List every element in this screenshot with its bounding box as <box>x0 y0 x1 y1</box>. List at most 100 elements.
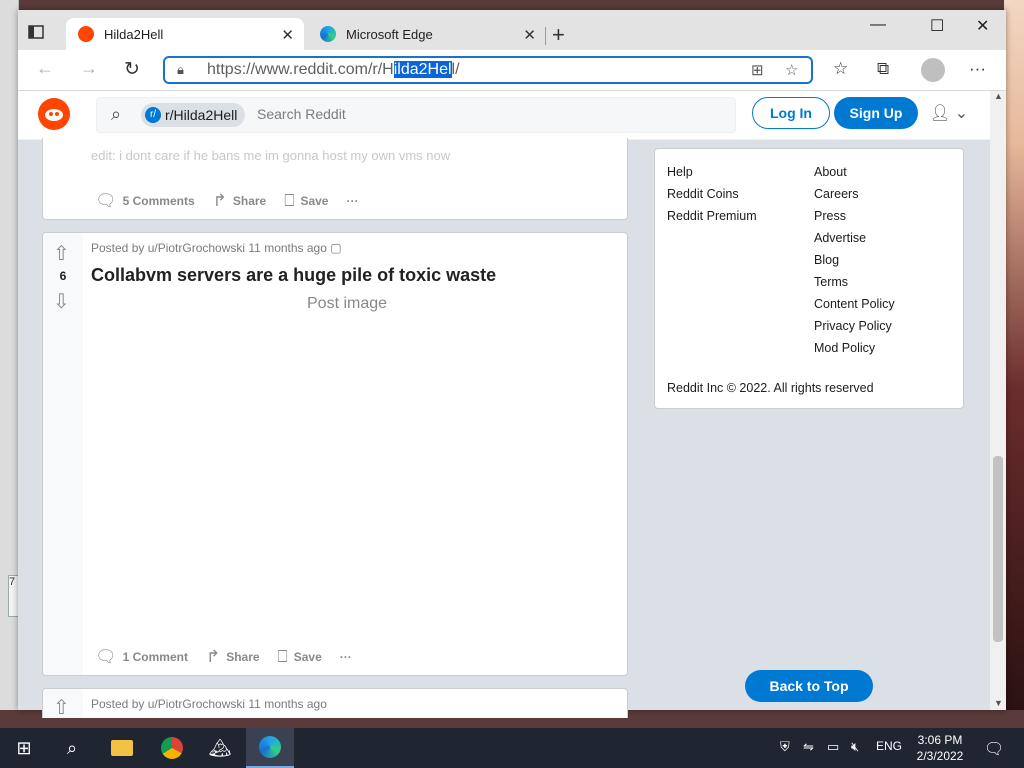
tab-separator <box>545 27 546 45</box>
app-available-icon[interactable]: ⊞ <box>751 61 764 79</box>
search-icon[interactable]: ⌕ <box>48 728 96 768</box>
post-card[interactable]: edit: i dont care if he bans me im gonna… <box>42 138 628 220</box>
sign-up-button[interactable]: Sign Up <box>834 97 918 129</box>
settings-more-icon[interactable]: ··· <box>969 59 986 79</box>
maximize-icon[interactable]: ☐ <box>930 16 944 36</box>
scroll-down-icon[interactable]: ▼ <box>994 698 1003 708</box>
footer-link-blog[interactable]: Blog <box>814 251 895 273</box>
windows-security-icon[interactable]: ⛨ <box>780 739 790 755</box>
tab-close-icon[interactable]: ✕ <box>281 26 294 44</box>
more-options-icon[interactable]: ··· <box>346 191 358 211</box>
new-tab-icon[interactable]: + <box>552 22 565 48</box>
share-button[interactable]: ↱ Share <box>213 191 267 211</box>
footer-link-privacy-policy[interactable]: Privacy Policy <box>814 317 895 339</box>
reddit-header: ⌕ r/r/Hilda2Hell Search Reddit Log In Si… <box>18 91 990 140</box>
footer-links-card: Help Reddit Coins Reddit Premium About C… <box>654 148 964 409</box>
subreddit-chip[interactable]: r/r/Hilda2Hell <box>141 103 246 127</box>
post-meta: Posted by u/PiotrGrochowski 11 months ag… <box>91 697 327 711</box>
tab-close-icon[interactable]: ✕ <box>523 26 536 44</box>
browser-window: Hilda2Hell ✕ Microsoft Edge ✕ + — ☐ ✕ ← … <box>18 10 1006 718</box>
tab-hilda2hell[interactable]: Hilda2Hell ✕ <box>66 18 304 50</box>
footer-link-about[interactable]: About <box>814 163 895 185</box>
post-meta: Posted by u/PiotrGrochowski 11 months ag… <box>91 241 342 255</box>
post-text-snippet: edit: i dont care if he bans me im gonna… <box>91 148 451 163</box>
profile-avatar[interactable] <box>921 58 945 82</box>
footer-link-careers[interactable]: Careers <box>814 185 895 207</box>
log-in-button[interactable]: Log In <box>752 97 830 129</box>
start-windows-icon[interactable]: ⊞ <box>0 728 48 768</box>
save-button[interactable]: ⎕ Save <box>278 647 322 667</box>
back-to-top-button[interactable]: Back to Top <box>745 670 873 702</box>
reload-icon[interactable]: ↻ <box>124 58 140 81</box>
comments-button[interactable]: 🗨︎ 5 Comments <box>95 191 195 211</box>
bookmark-icon: ⎕ <box>284 191 295 210</box>
bookmark-icon: ⎕ <box>277 647 288 666</box>
scroll-up-icon[interactable]: ▲ <box>994 91 1003 101</box>
footer-link-reddit-coins[interactable]: Reddit Coins <box>667 185 757 207</box>
reddit-search-box[interactable]: ⌕ r/r/Hilda2Hell Search Reddit <box>96 97 736 133</box>
post-title[interactable]: Collabvm servers are a huge pile of toxi… <box>91 265 496 286</box>
scrollbar-thumb[interactable] <box>993 456 1003 642</box>
close-window-icon[interactable]: ✕ <box>976 16 989 36</box>
broken-image-icon: ▢ <box>330 241 342 255</box>
collections-icon[interactable]: ⧉ <box>877 59 889 79</box>
url-text[interactable]: https://www.reddit.com/r/Hilda2Hell/ <box>207 61 460 79</box>
display-icon[interactable]: ▭ <box>827 739 839 755</box>
tab-label: Hilda2Hell <box>104 26 164 42</box>
user-menu-icon[interactable]: 👤︎ ⌄ <box>930 103 968 123</box>
comments-button[interactable]: 🗨︎ 1 Comment <box>95 647 188 667</box>
file-explorer-icon[interactable] <box>98 728 146 768</box>
edge-taskbar-icon[interactable] <box>246 728 294 768</box>
tab-actions-icon[interactable] <box>28 24 46 40</box>
comment-icon: 🗨︎ <box>95 191 117 210</box>
upvote-icon[interactable]: ⇧ <box>53 695 70 718</box>
footer-link-advertise[interactable]: Advertise <box>814 229 895 251</box>
share-button[interactable]: ↱ Share <box>206 647 260 667</box>
vertical-scrollbar[interactable]: ▲ ▼ <box>990 91 1006 710</box>
downvote-icon[interactable]: ⇩ <box>53 289 70 314</box>
reddit-logo[interactable] <box>38 98 70 130</box>
post-image-placeholder[interactable]: Post image <box>307 295 387 313</box>
notifications-icon[interactable]: 🗨︎ <box>984 739 1004 759</box>
tab-microsoft-edge[interactable]: Microsoft Edge ✕ <box>308 18 546 50</box>
edge-favicon-icon <box>320 26 336 42</box>
system-clock[interactable]: 3:06 PM 2/3/2022 <box>900 732 980 764</box>
footer-link-help[interactable]: Help <box>667 163 757 185</box>
back-arrow-icon[interactable]: ← <box>36 58 54 79</box>
search-placeholder[interactable]: Search Reddit <box>257 106 346 122</box>
favorites-icon[interactable]: ☆ <box>833 59 848 79</box>
post-actions: 🗨︎ 5 Comments ↱ Share ⎕ Save ··· <box>95 191 358 211</box>
footer-link-mod-policy[interactable]: Mod Policy <box>814 339 895 361</box>
post-card[interactable]: ⇧ Posted by u/PiotrGrochowski 11 months … <box>42 688 628 718</box>
post-actions: 🗨︎ 1 Comment ↱ Share ⎕ Save ··· <box>95 647 352 667</box>
copyright-text: Reddit Inc © 2022. All rights reserved <box>667 381 874 395</box>
network-icon[interactable]: ⇋ <box>803 739 814 755</box>
footer-links-left: Help Reddit Coins Reddit Premium <box>667 163 757 229</box>
tab-bar: Hilda2Hell ✕ Microsoft Edge ✕ + — ☐ ✕ <box>18 10 1006 50</box>
footer-link-press[interactable]: Press <box>814 207 895 229</box>
footer-link-terms[interactable]: Terms <box>814 273 895 295</box>
tab-label: Microsoft Edge <box>346 26 433 42</box>
footer-link-content-policy[interactable]: Content Policy <box>814 295 895 317</box>
post-card[interactable]: ⇧ 6 ⇩ Posted by u/PiotrGrochowski 11 mon… <box>42 232 628 676</box>
save-button[interactable]: ⎕ Save <box>284 191 328 211</box>
footer-link-reddit-premium[interactable]: Reddit Premium <box>667 207 757 229</box>
more-options-icon[interactable]: ··· <box>340 647 352 667</box>
forward-arrow-icon[interactable]: → <box>80 58 98 79</box>
share-icon: ↱ <box>205 647 221 666</box>
address-bar[interactable]: 🔒︎ https://www.reddit.com/r/Hilda2Hell/ … <box>163 56 813 84</box>
comment-icon: 🗨︎ <box>95 647 117 666</box>
language-indicator[interactable]: ENG <box>876 739 902 753</box>
chrome-icon[interactable] <box>148 728 196 768</box>
windows-taskbar: ⊞ ⌕ 🏔︎ ⛨ ⇋ ▭ 🔇︎ ENG 3:06 PM 2/3/2022 🗨︎ <box>0 728 1024 768</box>
upvote-icon[interactable]: ⇧ <box>53 241 70 266</box>
photos-icon[interactable]: 🏔︎ <box>196 728 244 768</box>
minimize-icon[interactable]: — <box>870 16 886 34</box>
add-favorite-icon[interactable]: ☆ <box>785 61 798 79</box>
reddit-favicon-icon <box>78 26 94 42</box>
volume-muted-icon[interactable]: 🔇︎ <box>851 739 859 755</box>
desktop-wallpaper-right <box>1004 0 1024 710</box>
share-icon: ↱ <box>212 191 227 210</box>
search-icon: ⌕ <box>111 104 122 124</box>
browser-toolbar: ← → ↻ 🔒︎ https://www.reddit.com/r/Hilda2… <box>18 50 1006 91</box>
